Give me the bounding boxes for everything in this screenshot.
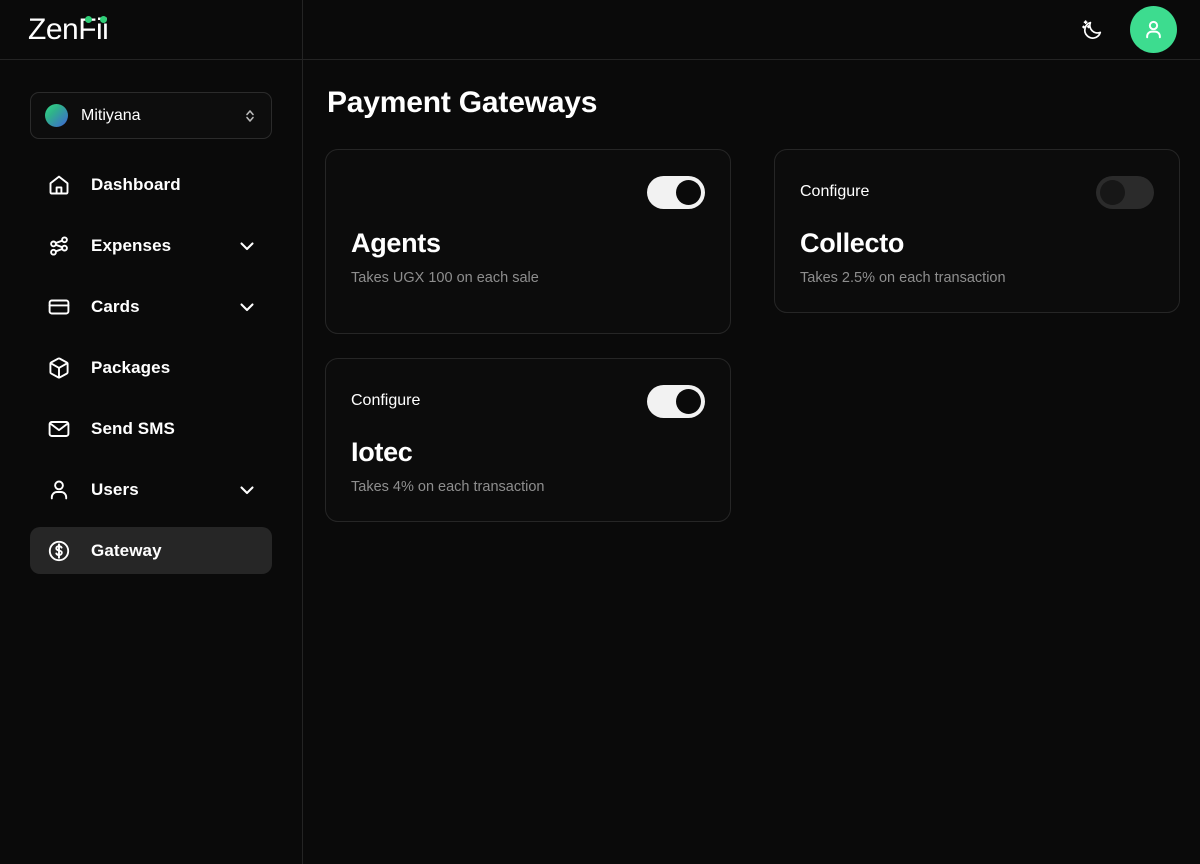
sidebar-item-cards[interactable]: Cards [30,283,272,330]
sidebar-item-expenses[interactable]: Expenses [30,222,272,269]
gateway-toggle[interactable] [647,175,705,209]
sidebar-nav: Dashboard Expenses Cards Packages Send S… [0,139,302,588]
sidebar-item-label: Dashboard [91,174,181,194]
gateway-toggle[interactable] [647,384,705,418]
app-logo[interactable]: ZenFii [28,14,109,45]
gateway-card-iotec[interactable]: Configure Iotec Takes 4% on each transac… [325,358,731,522]
configure-link[interactable]: Configure [351,392,420,410]
configure-link[interactable]: Configure [800,183,869,201]
sidebar-item-send-sms[interactable]: Send SMS [30,405,272,452]
gateway-name: Iotec [351,437,413,467]
toggle-knob [676,388,701,414]
gateway-card-header: Configure [800,174,1154,210]
chevron-down-icon[interactable] [238,237,256,255]
brand-bar: ZenFii [0,0,302,60]
toggle-knob [676,179,701,205]
org-selector-label: Mitiyana [81,106,141,124]
chevron-up-down-icon [243,107,257,125]
sidebar-item-dashboard[interactable]: Dashboard [30,161,272,208]
gateway-description: Takes UGX 100 on each sale [351,270,539,286]
gateway-cards-grid: Agents Takes UGX 100 on each sale Config… [325,149,1180,522]
sidebar-item-label: Expenses [91,235,172,255]
page-content: Payment Gateways Agents Takes UGX 100 on… [303,60,1200,864]
topbar [303,0,1200,60]
gateway-description: Takes 4% on each transaction [351,479,545,495]
user-icon [46,477,71,502]
sidebar-item-label: Users [91,479,139,499]
org-selector[interactable]: Mitiyana [30,92,272,139]
chevron-down-icon[interactable] [238,481,256,499]
sidebar: ZenFii Mitiyana Dashboard Expenses Cards… [0,0,303,864]
avatar[interactable] [1130,6,1177,53]
gateway-name: Agents [351,228,441,258]
sidebar-item-label: Send SMS [91,418,175,438]
package-box-icon [46,355,71,380]
sidebar-item-packages[interactable]: Packages [30,344,272,391]
chevron-down-icon[interactable] [238,298,256,316]
toggle-knob [1100,179,1125,205]
credit-card-icon [46,294,71,319]
moon-stars-icon[interactable] [1078,15,1108,45]
main-area: Payment Gateways Agents Takes UGX 100 on… [303,0,1200,864]
gateway-name: Collecto [800,228,905,258]
home-icon [46,172,71,197]
org-avatar [45,104,68,127]
sidebar-item-label: Gateway [91,540,162,560]
gateway-card-collecto[interactable]: Configure Collecto Takes 2.5% on each tr… [774,149,1180,313]
envelope-icon [46,416,71,441]
sidebar-item-label: Cards [91,296,140,316]
sidebar-item-gateway[interactable]: Gateway [30,527,272,574]
org-selector-wrap: Mitiyana [0,60,302,139]
gateway-description: Takes 2.5% on each transaction [800,270,1006,286]
gateway-toggle[interactable] [1096,175,1154,209]
gateway-card-header: Configure [351,383,705,419]
gateway-card-agents[interactable]: Agents Takes UGX 100 on each sale [325,149,731,334]
logo-dots-icon [85,15,108,24]
gateway-card-header [351,174,705,210]
sidebar-item-users[interactable]: Users [30,466,272,513]
page-title: Payment Gateways [327,86,598,119]
sidebar-item-label: Packages [91,357,171,377]
dollar-circle-icon [46,538,71,563]
network-share-icon [46,233,71,258]
app-root: ZenFii Mitiyana Dashboard Expenses Cards… [0,0,1200,864]
